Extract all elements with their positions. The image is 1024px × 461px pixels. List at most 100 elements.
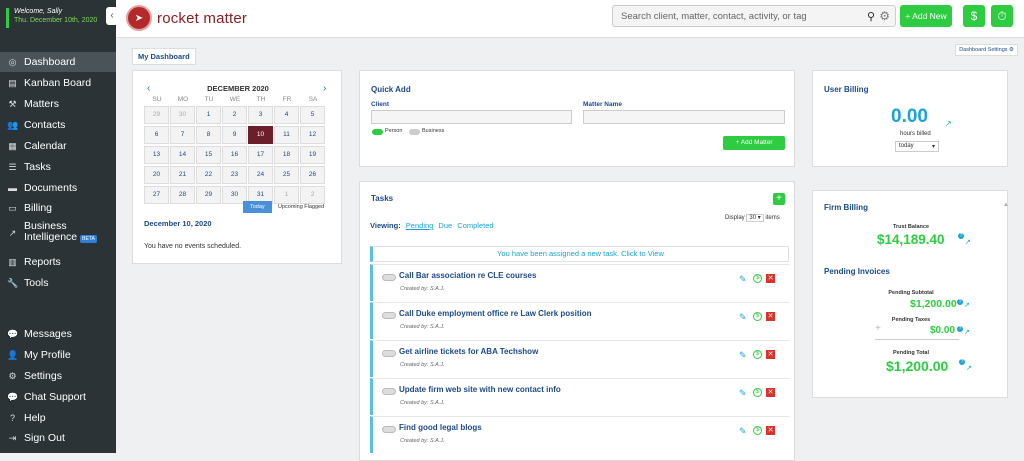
person-toggle[interactable]: [372, 129, 383, 135]
filter-completed[interactable]: Completed: [457, 221, 493, 230]
search-settings-icon[interactable]: ⚙: [879, 9, 890, 23]
task-row[interactable]: Call Bar association re CLE courses Creat…: [370, 264, 789, 301]
sidebar-item-my-profile[interactable]: 👤 My Profile: [0, 345, 116, 365]
task-name[interactable]: Update firm web site with new contact in…: [399, 385, 561, 394]
tab-my-dashboard[interactable]: My Dashboard: [132, 48, 196, 65]
delete-x-icon[interactable]: ✕: [766, 388, 775, 397]
calendar-day[interactable]: 1: [196, 106, 221, 124]
total-external-link-icon[interactable]: ↗: [966, 364, 972, 372]
billing-period-select[interactable]: today ▾: [895, 141, 939, 152]
upcoming-flagged-button[interactable]: Upcoming Flagged: [273, 201, 329, 213]
calendar-day[interactable]: 18: [274, 146, 299, 164]
calendar-day[interactable]: 13: [144, 146, 169, 164]
collapse-caret-icon[interactable]: ▲: [1003, 202, 1009, 208]
calendar-day[interactable]: 8: [196, 126, 221, 144]
calendar-day[interactable]: 20: [144, 166, 169, 184]
task-row[interactable]: Call Duke employment office re Law Clerk…: [370, 302, 789, 339]
sidebar-item-settings[interactable]: ⚙ Settings: [0, 366, 116, 386]
calendar-day[interactable]: 17: [248, 146, 273, 164]
calendar-day[interactable]: 5: [300, 106, 325, 124]
add-task-button[interactable]: +: [773, 193, 785, 205]
task-row[interactable]: Get airline tickets for ABA Techshow Crea…: [370, 340, 789, 377]
global-search-input[interactable]: Search client, matter, contact, activity…: [612, 5, 896, 27]
sidebar-item-matters[interactable]: ⚒ Matters: [0, 94, 116, 114]
calendar-day[interactable]: 21: [170, 166, 195, 184]
task-complete-toggle[interactable]: [382, 388, 396, 395]
bill-dollar-icon[interactable]: $: [753, 388, 762, 397]
bill-dollar-icon[interactable]: $: [753, 350, 762, 359]
edit-pencil-icon[interactable]: ✎: [739, 426, 747, 437]
sidebar-item-dashboard[interactable]: ◎ Dashboard: [0, 52, 116, 72]
next-month-icon[interactable]: ›: [323, 83, 326, 94]
delete-x-icon[interactable]: ✕: [766, 350, 775, 359]
dashboard-settings-link[interactable]: Dashboard Settings ⚙: [955, 44, 1018, 56]
calendar-day[interactable]: 27: [144, 186, 169, 204]
client-input[interactable]: [371, 110, 572, 124]
calendar-day[interactable]: 25: [274, 166, 299, 184]
billing-shortcut-button[interactable]: $: [963, 5, 985, 27]
calendar-day[interactable]: 9: [222, 126, 247, 144]
display-select[interactable]: 30 ▾: [746, 214, 764, 222]
calendar-day[interactable]: 15: [196, 146, 221, 164]
total-help-icon[interactable]: ?: [959, 359, 965, 365]
calendar-day[interactable]: 12: [300, 126, 325, 144]
task-complete-toggle[interactable]: [382, 350, 396, 357]
external-link-icon[interactable]: ↗: [945, 119, 952, 128]
sidebar-item-tools[interactable]: 🔧 Tools: [0, 273, 116, 293]
sidebar-item-documents[interactable]: ▬ Documents: [0, 178, 116, 198]
edit-pencil-icon[interactable]: ✎: [739, 274, 747, 285]
task-complete-toggle[interactable]: [382, 274, 396, 281]
calendar-day[interactable]: 28: [170, 186, 195, 204]
sidebar-item-reports[interactable]: ▥ Reports: [0, 252, 116, 272]
sidebar-item-chat-support[interactable]: 💬 Chat Support: [0, 387, 116, 407]
task-row[interactable]: Update firm web site with new contact in…: [370, 378, 789, 415]
calendar-day[interactable]: 16: [222, 146, 247, 164]
subtotal-external-link-icon[interactable]: ↗: [964, 301, 970, 309]
calendar-day[interactable]: 22: [196, 166, 221, 184]
sidebar-item-contacts[interactable]: 👥 Contacts: [0, 115, 116, 135]
task-name[interactable]: Call Bar association re CLE courses: [399, 271, 536, 280]
calendar-day[interactable]: 3: [248, 106, 273, 124]
calendar-day[interactable]: 30: [170, 106, 195, 124]
calendar-day[interactable]: 11: [274, 126, 299, 144]
calendar-day[interactable]: 14: [170, 146, 195, 164]
taxes-external-link-icon[interactable]: ↗: [964, 328, 970, 336]
business-toggle[interactable]: [409, 129, 420, 135]
sidebar-item-billing[interactable]: ▭ Billing: [0, 198, 116, 218]
calendar-day[interactable]: 29: [144, 106, 169, 124]
sidebar-item-messages[interactable]: 💬 Messages: [0, 324, 116, 344]
bill-dollar-icon[interactable]: $: [753, 426, 762, 435]
delete-x-icon[interactable]: ✕: [766, 312, 775, 321]
matter-name-input[interactable]: [583, 110, 785, 124]
sidebar-item-sign-out[interactable]: ⇥ Sign Out: [0, 428, 116, 448]
calendar-day[interactable]: 23: [222, 166, 247, 184]
sidebar-item-kanban-board[interactable]: ▤ Kanban Board: [0, 73, 116, 93]
sidebar-item-business[interactable]: ↗ Business Intelligence BETA: [0, 220, 116, 246]
task-name[interactable]: Get airline tickets for ABA Techshow: [399, 347, 538, 356]
calendar-day[interactable]: 6: [144, 126, 169, 144]
calendar-day[interactable]: 29: [196, 186, 221, 204]
calendar-day[interactable]: 26: [300, 166, 325, 184]
edit-pencil-icon[interactable]: ✎: [739, 388, 747, 399]
sidebar-item-help[interactable]: ? Help: [0, 408, 116, 428]
bill-dollar-icon[interactable]: $: [753, 274, 762, 283]
sidebar-item-tasks[interactable]: ☰ Tasks: [0, 157, 116, 177]
add-tax-icon[interactable]: +: [875, 323, 881, 334]
add-new-button[interactable]: + Add New: [900, 5, 952, 27]
bill-dollar-icon[interactable]: $: [753, 312, 762, 321]
task-name[interactable]: Find good legal blogs: [399, 423, 482, 432]
add-matter-button[interactable]: + Add Matter: [723, 136, 785, 150]
task-complete-toggle[interactable]: [382, 426, 396, 433]
today-button[interactable]: Today: [243, 201, 272, 213]
taxes-help-icon[interactable]: ?: [957, 326, 963, 332]
search-icon[interactable]: ⚲: [867, 10, 875, 23]
calendar-day[interactable]: 2: [222, 106, 247, 124]
brand-logo[interactable]: ➤ rocket matter: [126, 5, 247, 31]
trust-external-link-icon[interactable]: ↗: [965, 238, 971, 246]
edit-pencil-icon[interactable]: ✎: [739, 350, 747, 361]
delete-x-icon[interactable]: ✕: [766, 274, 775, 283]
calendar-day[interactable]: 7: [170, 126, 195, 144]
task-row[interactable]: Find good legal blogs Created by: S.A.J. ✎…: [370, 416, 789, 453]
task-complete-toggle[interactable]: [382, 312, 396, 319]
filter-pending[interactable]: Pending: [406, 221, 434, 230]
